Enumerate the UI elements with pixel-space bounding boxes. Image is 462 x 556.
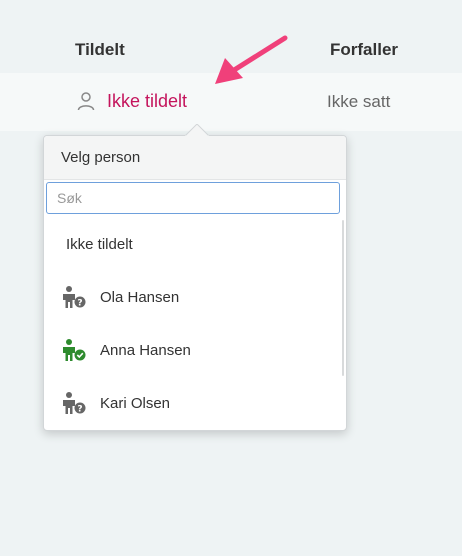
due-date-value: Ikke satt <box>327 92 391 111</box>
person-unknown-icon: ? <box>62 285 88 314</box>
person-unknown-icon: ? <box>62 391 88 420</box>
option-label: Ola Hansen <box>100 289 180 306</box>
pointer-arrow-icon <box>215 35 288 84</box>
assignee-button[interactable]: Ikke tildelt <box>76 90 187 112</box>
popup-title: Velg person <box>61 149 141 166</box>
option-ola-hansen[interactable]: ? Ola Hansen <box>44 271 340 324</box>
assignee-label: Ikke tildelt <box>107 91 188 111</box>
list-scrollbar[interactable] <box>340 218 346 378</box>
svg-text:?: ? <box>77 299 82 309</box>
column-header-due: Forfaller <box>330 40 399 59</box>
option-label: Kari Olsen <box>100 395 171 412</box>
search-input[interactable] <box>46 182 340 214</box>
popup-header: Velg person <box>44 136 346 180</box>
person-list: Ikke tildelt ? Ola Hansen Anna Hansen ? … <box>44 218 340 430</box>
person-outline-icon <box>76 91 96 111</box>
option-unassigned[interactable]: Ikke tildelt <box>44 218 340 271</box>
popup-caret <box>185 124 209 137</box>
column-header-assigned: Tildelt <box>75 40 125 59</box>
option-label: Ikke tildelt <box>66 236 133 253</box>
assignee-popup: Velg person Ikke tildelt ? Ola Hansen <box>43 135 347 431</box>
svg-text:?: ? <box>77 405 82 415</box>
person-verified-icon <box>62 338 88 367</box>
option-anna-hansen[interactable]: Anna Hansen <box>44 324 340 377</box>
option-label: Anna Hansen <box>100 342 191 359</box>
option-kari-olsen[interactable]: ? Kari Olsen <box>44 377 340 430</box>
scrollbar-thumb[interactable] <box>342 220 344 376</box>
